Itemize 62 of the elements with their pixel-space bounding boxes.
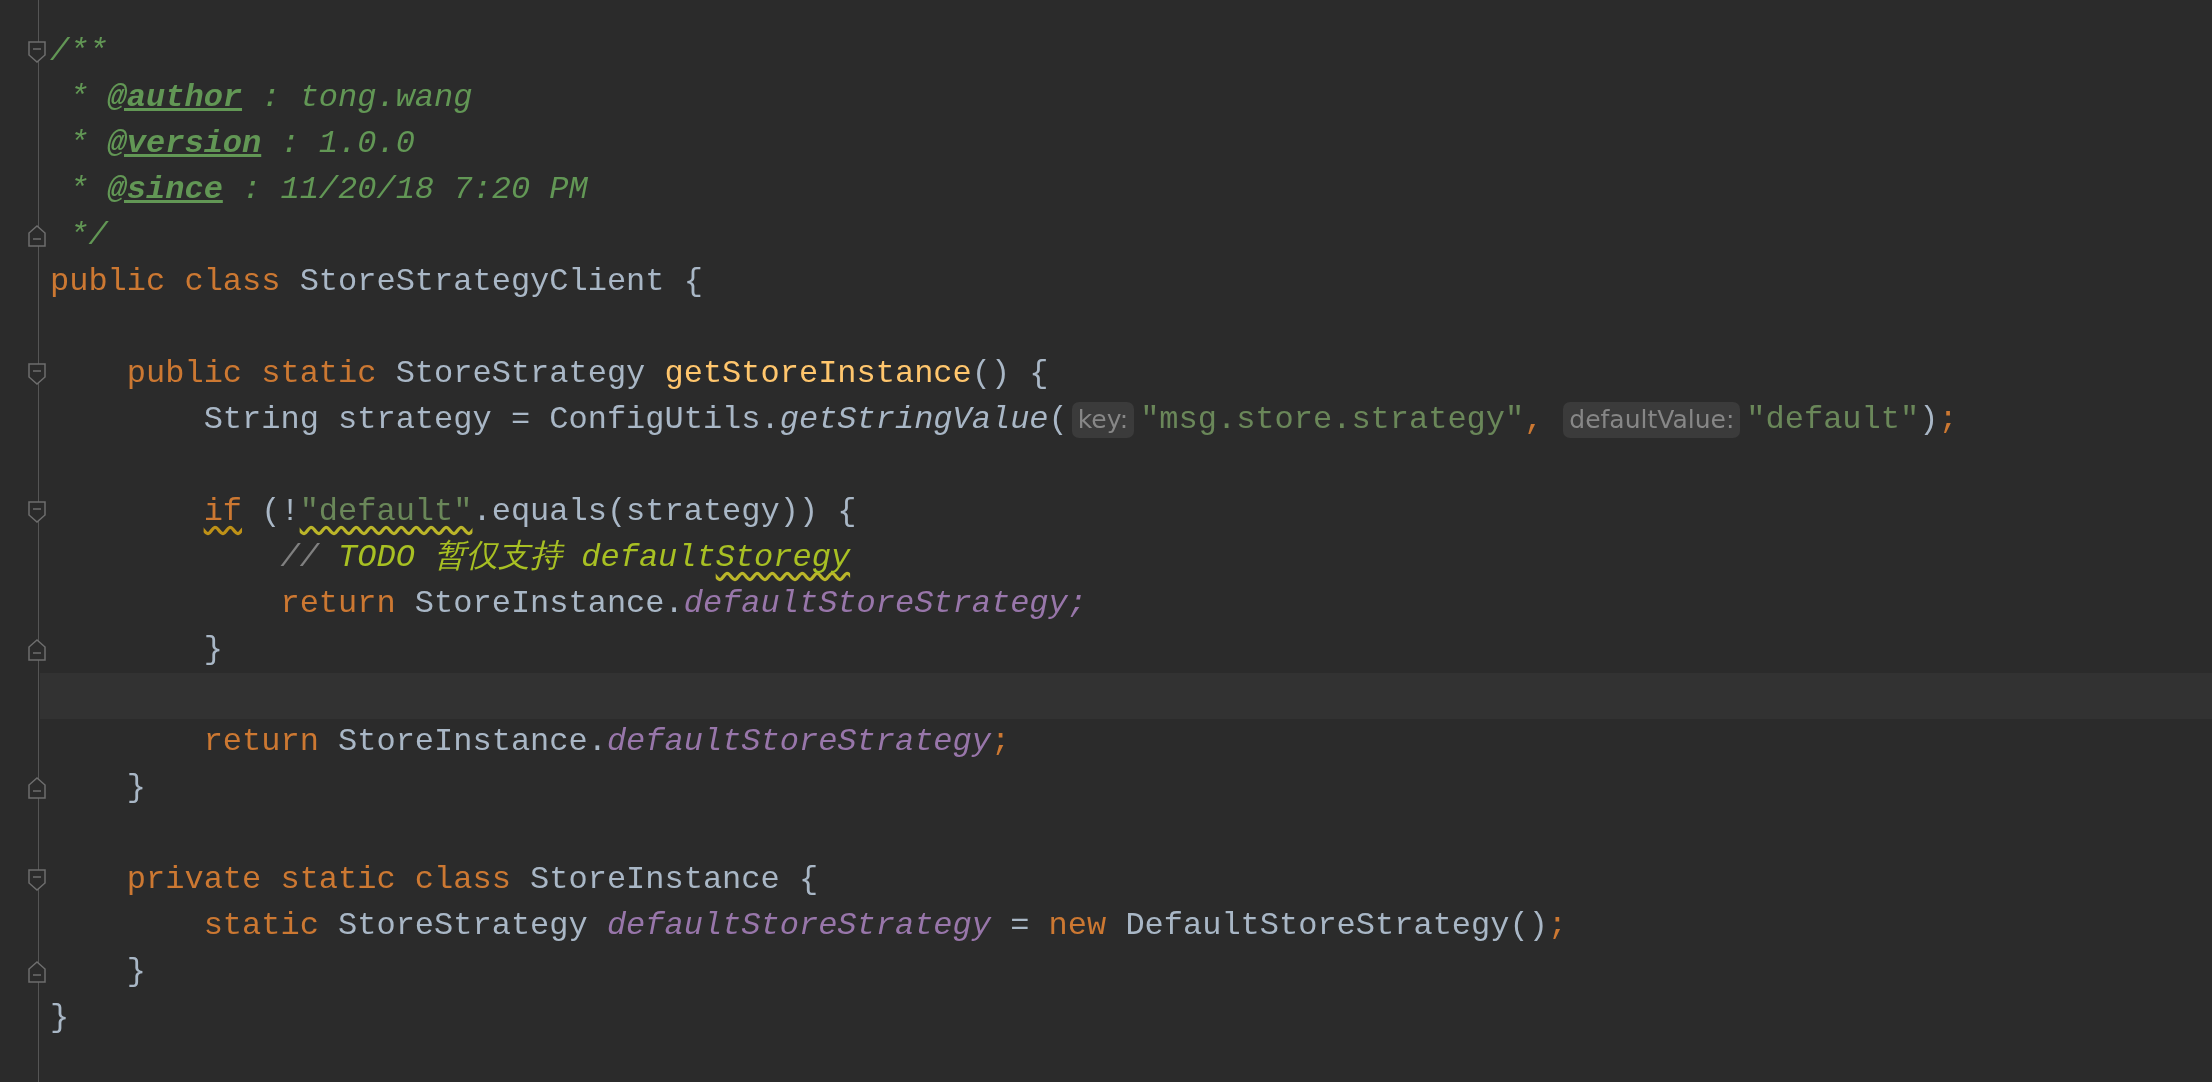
string-literal: "default"	[299, 492, 473, 532]
code-keyword: return	[280, 584, 396, 624]
code-text: StoreStrategyClient {	[299, 262, 703, 302]
code-keyword: private static class	[126, 860, 511, 900]
method-call: getStringValue	[779, 400, 1049, 440]
code-text: =	[1010, 906, 1030, 946]
fold-collapse-icon[interactable]	[28, 869, 46, 891]
field-name: defaultStoreStrategy	[606, 906, 991, 946]
field-name: defaultStoreStrategy;	[683, 584, 1087, 624]
code-text: (!	[261, 492, 300, 532]
string-literal: "msg.store.strategy"	[1140, 400, 1525, 440]
fold-end-icon[interactable]	[28, 225, 46, 247]
fold-end-icon[interactable]	[28, 777, 46, 799]
doc-comment: /**	[50, 32, 108, 72]
code-punctuation: ;	[1938, 400, 1958, 440]
doc-comment: : tong.wang	[260, 78, 473, 118]
code-punctuation: ;	[1547, 906, 1568, 946]
fold-end-icon[interactable]	[28, 639, 46, 661]
code-keyword: public static	[126, 354, 377, 394]
field-name: defaultStoreStrategy	[606, 722, 991, 762]
method-name: getStoreInstance	[664, 354, 972, 394]
todo-comment: Storegy	[715, 538, 851, 578]
doc-tag: @since	[107, 167, 223, 213]
string-literal: "default"	[1746, 400, 1920, 440]
code-punctuation: ;	[990, 722, 1011, 762]
code-text: (	[1048, 400, 1068, 440]
code-text: DefaultStoreStrategy()	[1125, 906, 1548, 946]
parameter-hint: key:	[1071, 402, 1135, 438]
fold-collapse-icon[interactable]	[28, 41, 46, 63]
code-keyword: public class	[50, 262, 281, 302]
code-text: StoreInstance.	[338, 722, 607, 762]
doc-comment: : 1.0.0	[279, 124, 415, 164]
code-keyword: if	[203, 492, 243, 532]
code-text: }	[126, 952, 146, 992]
doc-comment: *	[68, 124, 90, 164]
code-text: StoreInstance {	[530, 860, 819, 900]
doc-comment: */	[68, 216, 108, 256]
code-text: .equals(strategy)) {	[472, 492, 857, 532]
code-text: StoreStrategy	[338, 906, 588, 946]
code-keyword: new	[1048, 906, 1107, 946]
doc-comment: *	[68, 78, 90, 118]
code-text: }	[126, 768, 146, 808]
fold-collapse-icon[interactable]	[28, 363, 46, 385]
code-text: )	[1919, 400, 1939, 440]
line-comment: //	[280, 538, 319, 578]
fold-end-icon[interactable]	[28, 961, 46, 983]
doc-tag: @author	[107, 75, 243, 121]
todo-comment: TODO 暂仅支持 default	[338, 538, 716, 578]
parameter-hint: defaultValue:	[1563, 402, 1741, 438]
doc-comment: *	[68, 170, 90, 210]
doc-comment: : 11/20/18 7:20 PM	[241, 170, 588, 210]
code-keyword: return	[203, 722, 319, 762]
doc-tag: @version	[107, 121, 262, 167]
code-text: String strategy = ConfigUtils.	[203, 400, 780, 440]
code-punctuation: ,	[1524, 400, 1544, 440]
code-text: StoreInstance.	[414, 584, 684, 624]
code-keyword: static	[203, 906, 319, 946]
code-text: StoreStrategy	[395, 354, 646, 394]
fold-collapse-icon[interactable]	[28, 501, 46, 523]
code-text: () {	[971, 354, 1049, 394]
code-text: }	[50, 998, 70, 1038]
code-text: }	[203, 630, 223, 670]
